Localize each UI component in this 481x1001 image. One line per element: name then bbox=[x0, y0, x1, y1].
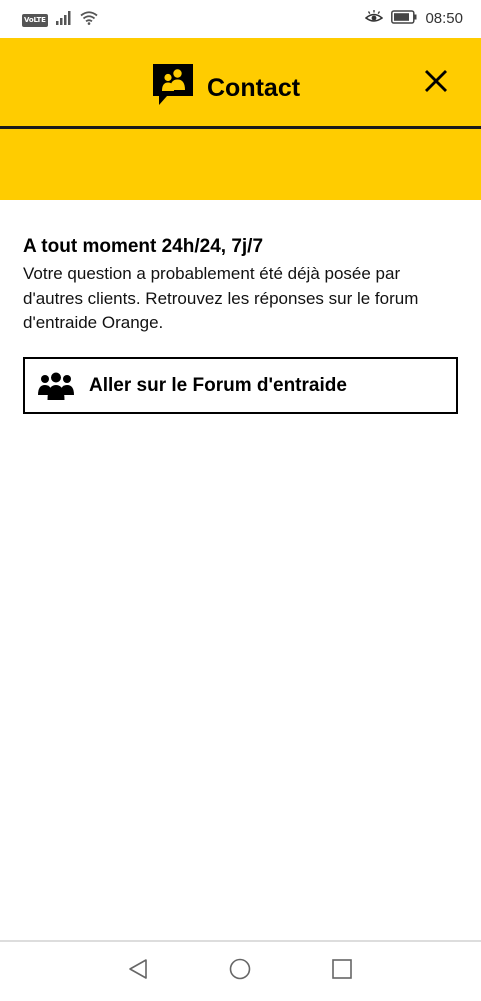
signal-icon bbox=[55, 11, 72, 30]
forum-info-section: A tout moment 24h/24, 7j/7 Votre questio… bbox=[23, 234, 463, 336]
page-title: Contact bbox=[207, 73, 301, 102]
section-title: A tout moment 24h/24, 7j/7 bbox=[23, 236, 264, 257]
eye-comfort-icon bbox=[365, 9, 384, 29]
battery-icon bbox=[391, 9, 417, 29]
home-icon bbox=[229, 958, 251, 985]
volte-badge: VoLTE bbox=[22, 14, 48, 27]
people-group-icon bbox=[37, 370, 75, 402]
contact-chat-icon bbox=[153, 64, 193, 111]
back-button[interactable] bbox=[123, 956, 153, 986]
forum-button-label: Aller sur le Forum d'entraide bbox=[89, 374, 347, 396]
recents-icon bbox=[331, 958, 353, 985]
recents-button[interactable] bbox=[327, 956, 357, 986]
home-button[interactable] bbox=[225, 956, 255, 986]
header-band bbox=[0, 129, 481, 200]
close-icon bbox=[424, 69, 448, 98]
close-button[interactable] bbox=[418, 66, 454, 100]
status-right: 08:50 bbox=[365, 9, 463, 29]
header-title-group: Contact bbox=[153, 64, 300, 111]
status-left: VoLTE bbox=[22, 11, 98, 30]
status-time: 08:50 bbox=[425, 10, 463, 27]
status-bar: VoLTE 08:50 bbox=[0, 0, 481, 38]
section-body: Votre question a probablement été déjà p… bbox=[23, 264, 419, 332]
wifi-icon bbox=[80, 11, 98, 30]
navigation-bar bbox=[0, 940, 481, 1001]
back-icon bbox=[127, 958, 149, 985]
forum-button[interactable]: Aller sur le Forum d'entraide bbox=[23, 357, 458, 414]
